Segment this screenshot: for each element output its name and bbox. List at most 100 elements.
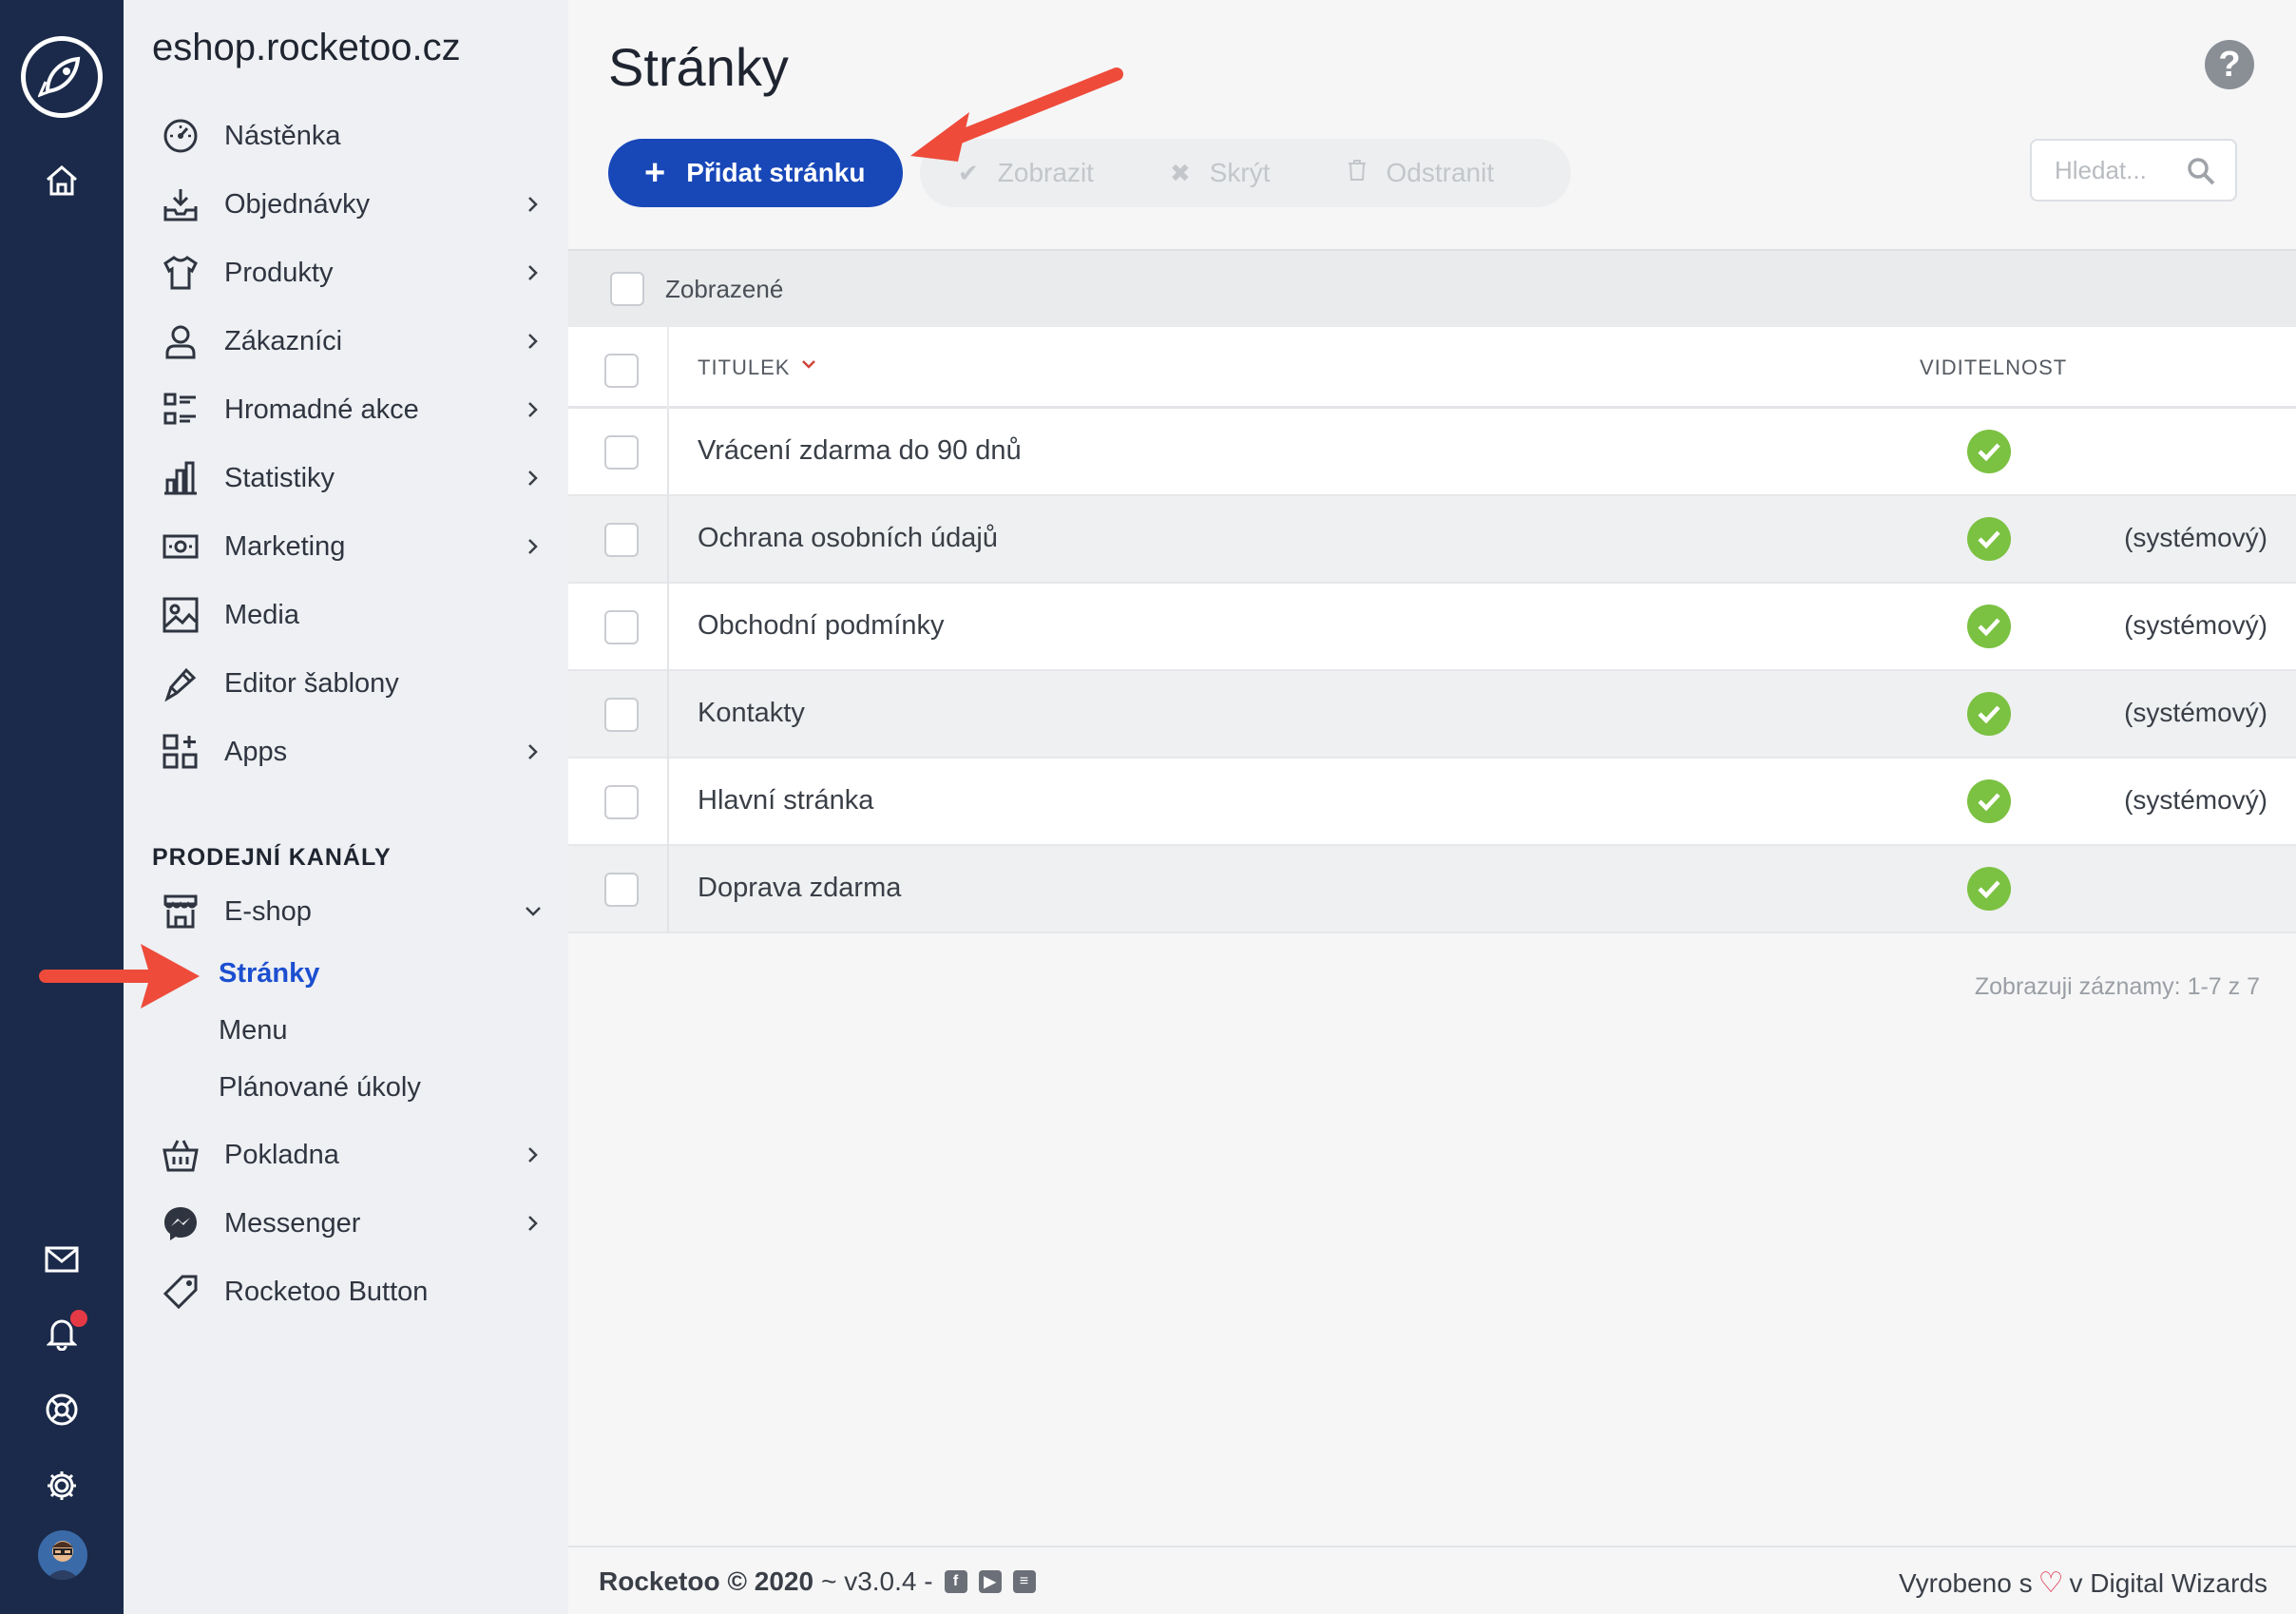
visible-check-icon[interactable] (1967, 605, 2011, 648)
delete-button[interactable]: Odstranit (1347, 158, 1495, 188)
footer-made-suffix[interactable]: v Digital Wizards (2070, 1568, 2267, 1599)
table-row[interactable]: Vrácení zdarma do 90 dnů (568, 409, 2296, 496)
row-title[interactable]: Vrácení zdarma do 90 dnů (698, 435, 1022, 467)
sidebar-item-apps[interactable]: Apps (158, 724, 547, 779)
gear-icon[interactable] (38, 1462, 86, 1509)
section-title-sales-channels: PRODEJNÍ KANÁLY (152, 844, 392, 871)
sidebar-item-template-editor[interactable]: Editor šablony (158, 656, 547, 711)
visible-check-icon[interactable] (1967, 430, 2011, 473)
annotation-arrow-pages (39, 944, 200, 1009)
chevron-right-icon (519, 464, 547, 492)
sidebar-item-messenger[interactable]: Messenger (158, 1196, 547, 1251)
chevron-right-icon (519, 738, 547, 766)
chevron-right-icon (519, 532, 547, 561)
visible-check-icon[interactable] (1967, 779, 2011, 823)
hide-button[interactable]: ✖ Skrýt (1170, 158, 1271, 188)
chevron-right-icon (519, 190, 547, 219)
row-note: (systémový) (2124, 523, 2267, 552)
sidebar-item-marketing[interactable]: Marketing (158, 519, 547, 574)
docs-book-icon[interactable]: ≡ (1012, 1570, 1036, 1593)
hide-label: Skrýt (1209, 158, 1271, 187)
home-icon[interactable] (38, 157, 86, 204)
visible-check-icon[interactable] (1967, 692, 2011, 736)
row-note: (systémový) (2124, 785, 2267, 815)
table-row[interactable]: Ochrana osobních údajů (systémový) (568, 496, 2296, 584)
sidebar-item-rocketoo-button[interactable]: Rocketoo Button (158, 1264, 547, 1319)
row-checkbox[interactable] (604, 610, 639, 644)
row-checkbox[interactable] (604, 523, 639, 557)
column-title-header[interactable]: TITULEK (698, 355, 790, 380)
sidebar-subitem-pages[interactable]: Stránky (219, 958, 319, 990)
row-checkbox[interactable] (604, 785, 639, 819)
facebook-icon[interactable]: f (944, 1570, 967, 1593)
sort-desc-icon[interactable] (800, 352, 817, 376)
sidebar-item-customers[interactable]: Zákazníci (158, 314, 547, 369)
table-row[interactable]: Kontakty (systémový) (568, 671, 2296, 759)
sidebar-item-label: Zákazníci (224, 325, 343, 356)
dashboard-icon (158, 113, 203, 159)
table-row[interactable]: Hlavní stránka (systémový) (568, 759, 2296, 846)
sidebar-subitem-scheduled-tasks[interactable]: Plánované úkoly (219, 1072, 421, 1104)
sidebar-item-bulk-actions[interactable]: Hromadné akce (158, 382, 547, 437)
page-title: Stránky (608, 37, 789, 97)
row-checkbox[interactable] (604, 698, 639, 732)
filter-visible-checkbox[interactable] (610, 272, 644, 306)
mail-icon[interactable] (38, 1236, 86, 1283)
brush-icon (158, 661, 203, 706)
footer-right: Vyrobeno s ♡ v Digital Wizards (1899, 1566, 2267, 1600)
image-icon (158, 592, 203, 638)
shop-domain[interactable]: eshop.rocketoo.cz (152, 27, 461, 69)
sidebar-item-media[interactable]: Media (158, 587, 547, 643)
youtube-icon[interactable]: ▶ (978, 1570, 1002, 1593)
visible-check-icon[interactable] (1967, 867, 2011, 911)
sidebar-item-label: Rocketoo Button (224, 1276, 429, 1307)
row-checkbox[interactable] (604, 873, 639, 907)
visible-check-icon[interactable] (1967, 517, 2011, 561)
annotation-arrow-add-page (910, 67, 1123, 162)
sidebar-item-label: E-shop (224, 895, 312, 927)
column-visibility-header[interactable]: VIDITELNOST (1920, 355, 2067, 380)
sidebar-item-label: Nástěnka (224, 120, 341, 151)
rocket-logo-icon[interactable] (21, 36, 103, 118)
chevron-right-icon (519, 1209, 547, 1238)
row-title[interactable]: Ochrana osobních údajů (698, 523, 998, 554)
sidebar-item-statistics[interactable]: Statistiky (158, 451, 547, 506)
sidebar-subitem-menu[interactable]: Menu (219, 1015, 288, 1047)
tag-icon (158, 1269, 203, 1315)
column-divider (667, 409, 669, 496)
sidebar-item-label: Hromadné akce (224, 394, 419, 425)
add-page-button[interactable]: + Přidat stránku (608, 139, 903, 207)
avatar[interactable] (38, 1530, 87, 1580)
help-icon[interactable]: ? (2205, 40, 2254, 89)
sidebar-item-dashboard[interactable]: Nástěnka (158, 108, 547, 163)
row-checkbox[interactable] (604, 435, 639, 470)
chevron-down-icon (519, 897, 547, 926)
row-title[interactable]: Obchodní podmínky (698, 610, 945, 642)
select-all-checkbox[interactable] (604, 354, 639, 388)
search-icon[interactable] (2186, 156, 2216, 191)
lifebuoy-icon[interactable] (38, 1386, 86, 1433)
table-row[interactable]: Obchodní podmínky (systémový) (568, 584, 2296, 671)
footer-left: Rocketoo © 2020 ~ v3.0.4 - f ▶ ≡ (599, 1566, 1036, 1597)
sidebar-item-label: Media (224, 599, 299, 630)
sidebar-item-label: Objednávky (224, 188, 371, 220)
sidebar-item-label: Messenger (224, 1207, 361, 1239)
chevron-right-icon (519, 1141, 547, 1169)
sidebar-item-checkout[interactable]: Pokladna (158, 1127, 547, 1182)
checklist-icon (158, 387, 203, 432)
footer-made-prefix: Vyrobeno s (1899, 1567, 2033, 1598)
row-title[interactable]: Doprava zdarma (698, 873, 901, 904)
row-title[interactable]: Kontakty (698, 698, 805, 729)
search-input[interactable] (2055, 155, 2178, 185)
delete-label: Odstranit (1386, 158, 1495, 187)
sidebar-item-eshop[interactable]: E-shop (158, 884, 547, 939)
table-row[interactable]: Doprava zdarma (568, 846, 2296, 933)
sidebar-item-products[interactable]: Produkty (158, 245, 547, 300)
user-icon (158, 318, 203, 364)
filter-row: Zobrazené (568, 249, 2296, 327)
messenger-icon (158, 1201, 203, 1246)
sidebar-item-orders[interactable]: Objednávky (158, 177, 547, 232)
sidebar-item-label: Editor šablony (224, 667, 399, 699)
row-title[interactable]: Hlavní stránka (698, 785, 873, 817)
add-page-label: Přidat stránku (686, 158, 866, 187)
